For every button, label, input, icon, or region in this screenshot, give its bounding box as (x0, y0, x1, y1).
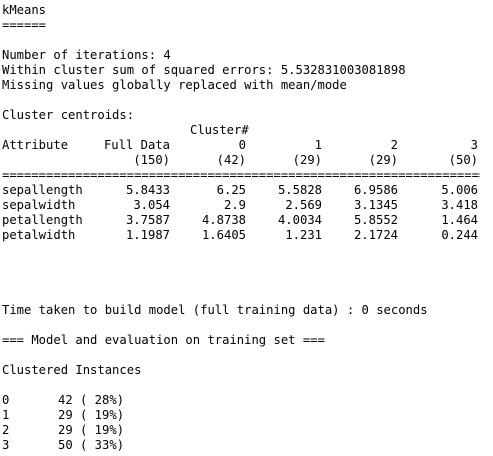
count-cluster-0: (42) (216, 153, 246, 167)
column-header-cluster-2: 2 (390, 138, 398, 152)
clustered-instances-heading: Clustered Instances (2, 363, 142, 377)
centroid-value: 1.6405 (201, 228, 246, 242)
count-full-data: (150) (133, 153, 170, 167)
centroid-value: 1.1987 (125, 228, 170, 242)
column-header-cluster-0: 0 (238, 138, 246, 152)
centroids-heading: Cluster centroids: (2, 108, 135, 122)
cluster-instance-count: 42 ( 28%) (58, 393, 125, 407)
centroid-value: 5.8433 (125, 183, 170, 197)
count-cluster-2: (29) (368, 153, 398, 167)
clusterer-output-panel: kMeans ====== Number of iterations: 4 Wi… (0, 0, 493, 456)
column-header-full-data: Full Data (103, 138, 170, 152)
centroid-value: 3.7587 (125, 213, 170, 227)
centroid-value: 6.9586 (353, 183, 398, 197)
cluster-instance-count: 50 ( 33%) (58, 438, 125, 452)
cluster-id: 3 (2, 438, 10, 452)
centroid-value: 6.25 (216, 183, 246, 197)
centroid-value: 2.569 (285, 198, 322, 212)
cluster-id: 0 (2, 393, 10, 407)
centroid-value: 0.244 (441, 228, 478, 242)
cluster-instance-count: 29 ( 19%) (58, 408, 125, 422)
count-cluster-1: (29) (292, 153, 322, 167)
centroid-value: 3.1345 (353, 198, 398, 212)
centroid-value: 5.5828 (277, 183, 322, 197)
column-header-cluster-1: 1 (314, 138, 322, 152)
centroid-value: 2.1724 (353, 228, 398, 242)
attribute-name: petallength (2, 213, 83, 227)
centroid-value: 4.0034 (277, 213, 322, 227)
iterations-line: Number of iterations: 4 (2, 48, 171, 62)
attribute-name: sepallength (2, 183, 83, 197)
centroid-value: 3.418 (441, 198, 478, 212)
count-cluster-3: (50) (448, 153, 478, 167)
centroid-value: 1.231 (285, 228, 322, 242)
table-separator: ========================================… (2, 168, 480, 182)
centroid-value: 5.006 (441, 183, 478, 197)
cluster-instance-count: 29 ( 19%) (58, 423, 125, 437)
attribute-name: sepalwidth (2, 198, 76, 212)
sse-line: Within cluster sum of squared errors: 5.… (2, 63, 406, 77)
title-underline: ====== (2, 18, 47, 32)
centroid-value: 2.9 (223, 198, 246, 212)
column-header-cluster-3: 3 (470, 138, 478, 152)
evaluation-heading: === Model and evaluation on training set… (2, 333, 325, 347)
cluster-id: 2 (2, 423, 10, 437)
cluster-number-label: Cluster# (190, 123, 249, 137)
centroid-value: 3.054 (133, 198, 170, 212)
attribute-header: Attribute (2, 138, 69, 152)
output-title: kMeans (2, 3, 47, 17)
cluster-id: 1 (2, 408, 10, 422)
attribute-name: petalwidth (2, 228, 76, 242)
centroid-value: 4.8738 (201, 213, 246, 227)
centroid-value: 1.464 (441, 213, 478, 227)
timing-line: Time taken to build model (full training… (2, 303, 428, 317)
missing-values-line: Missing values globally replaced with me… (2, 78, 347, 92)
centroid-value: 5.8552 (353, 213, 398, 227)
